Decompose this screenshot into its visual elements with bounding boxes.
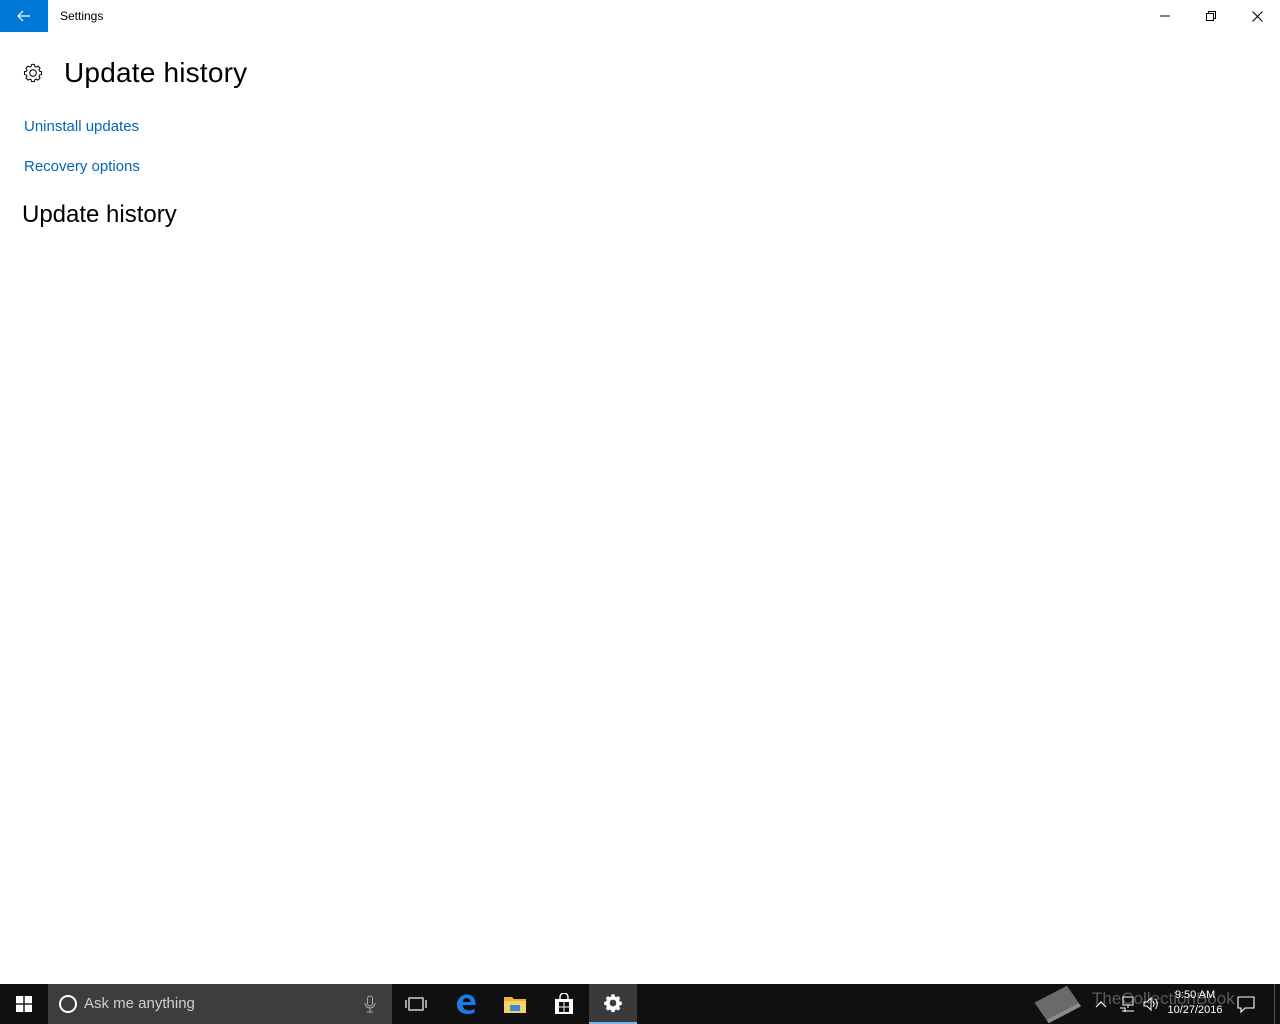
task-view-button[interactable] bbox=[392, 984, 440, 1024]
page-header: Update history bbox=[22, 56, 247, 90]
page-title: Update history bbox=[64, 57, 248, 88]
cortana-search-box[interactable]: Ask me anything bbox=[48, 984, 392, 1024]
minimize-icon bbox=[1160, 15, 1170, 17]
restore-button[interactable] bbox=[1188, 0, 1234, 32]
folder-icon bbox=[504, 997, 526, 1013]
section-title: Update history bbox=[22, 201, 177, 228]
store-icon bbox=[555, 993, 573, 1014]
start-button[interactable] bbox=[0, 984, 48, 1024]
settings-taskbar-button[interactable] bbox=[589, 984, 637, 1024]
close-icon bbox=[1251, 10, 1263, 22]
task-view-icon bbox=[405, 997, 427, 1011]
show-desktop-button[interactable] bbox=[1274, 984, 1280, 1024]
chevron-up-icon[interactable] bbox=[1094, 994, 1108, 1014]
clock-date: 10/27/2016 bbox=[1167, 1004, 1223, 1016]
restore-icon bbox=[1206, 11, 1216, 21]
gear-icon bbox=[604, 994, 622, 1013]
window-title: Settings bbox=[60, 9, 104, 23]
action-center-icon[interactable] bbox=[1236, 994, 1256, 1014]
file-explorer-button[interactable] bbox=[491, 984, 539, 1024]
uninstall-updates-link[interactable]: Uninstall updates bbox=[24, 118, 139, 135]
network-icon[interactable] bbox=[1118, 994, 1136, 1014]
volume-icon[interactable] bbox=[1142, 994, 1160, 1014]
search-placeholder: Ask me anything bbox=[84, 995, 195, 1012]
close-button[interactable] bbox=[1234, 0, 1280, 32]
edge-icon bbox=[457, 994, 476, 1014]
back-button[interactable] bbox=[0, 0, 48, 32]
taskbar-clock[interactable]: 9:50 AM 10/27/2016 bbox=[1164, 988, 1226, 1018]
edge-button[interactable] bbox=[442, 984, 490, 1024]
windows-logo-icon bbox=[16, 996, 32, 1012]
minimize-button[interactable] bbox=[1142, 0, 1188, 32]
arrow-left-icon bbox=[17, 10, 30, 22]
microphone-icon[interactable] bbox=[362, 994, 378, 1014]
recovery-options-link[interactable]: Recovery options bbox=[24, 158, 140, 175]
clock-time: 9:50 AM bbox=[1174, 989, 1216, 1001]
gear-icon bbox=[23, 63, 43, 83]
cortana-icon bbox=[59, 995, 77, 1013]
title-bar: Settings bbox=[0, 0, 1280, 32]
store-button[interactable] bbox=[540, 984, 588, 1024]
